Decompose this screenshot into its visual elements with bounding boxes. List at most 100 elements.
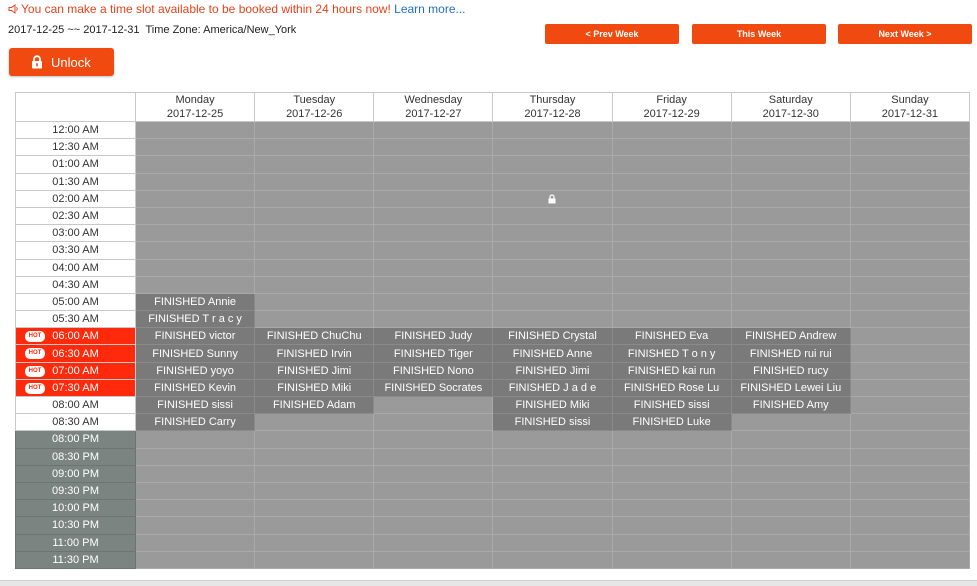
time-slot[interactable]	[849, 120, 971, 140]
time-slot[interactable]	[492, 430, 613, 449]
time-slot[interactable]	[373, 533, 494, 552]
time-slot[interactable]	[492, 155, 613, 174]
time-slot[interactable]	[849, 413, 971, 432]
prev-week-button[interactable]: < Prev Week	[545, 24, 679, 44]
booking-slot[interactable]: FINISHED yoyo	[134, 361, 256, 380]
time-slot[interactable]	[134, 516, 256, 535]
time-slot[interactable]	[254, 224, 375, 243]
time-slot[interactable]	[254, 155, 375, 174]
time-slot[interactable]	[254, 447, 375, 466]
time-slot[interactable]	[611, 481, 732, 501]
time-slot[interactable]	[254, 275, 375, 294]
time-slot[interactable]	[134, 206, 256, 226]
time-slot[interactable]	[849, 464, 971, 483]
booking-slot[interactable]: FINISHED Miki	[254, 378, 375, 398]
booking-slot[interactable]: FINISHED Rose Lu	[611, 378, 732, 398]
time-slot[interactable]	[134, 138, 256, 157]
time-slot[interactable]	[254, 533, 375, 552]
time-slot[interactable]	[134, 224, 256, 243]
time-slot[interactable]	[611, 292, 732, 312]
time-slot[interactable]	[611, 172, 732, 191]
time-slot[interactable]	[373, 241, 494, 260]
time-slot[interactable]	[849, 550, 971, 569]
booking-slot[interactable]: FINISHED Anne	[492, 344, 613, 363]
time-slot[interactable]	[849, 292, 971, 312]
time-slot[interactable]	[134, 550, 256, 569]
time-slot[interactable]	[611, 275, 732, 294]
time-slot[interactable]	[730, 464, 851, 483]
time-slot[interactable]	[611, 155, 732, 174]
time-slot[interactable]	[134, 258, 256, 277]
time-slot[interactable]	[730, 258, 851, 277]
booking-slot[interactable]: FINISHED Jimi	[492, 361, 613, 380]
time-slot[interactable]	[730, 413, 851, 432]
time-slot[interactable]	[134, 241, 256, 260]
time-slot[interactable]	[254, 430, 375, 449]
time-slot[interactable]	[611, 206, 732, 226]
time-slot[interactable]	[373, 413, 494, 432]
time-slot[interactable]	[254, 310, 375, 329]
time-slot[interactable]	[492, 206, 613, 226]
time-slot[interactable]	[373, 206, 494, 226]
time-slot[interactable]	[730, 481, 851, 501]
time-slot[interactable]	[492, 499, 613, 518]
time-slot[interactable]	[849, 481, 971, 501]
booking-slot[interactable]: FINISHED sissi	[134, 395, 256, 415]
time-slot[interactable]	[849, 189, 971, 208]
time-slot[interactable]	[730, 138, 851, 157]
time-slot[interactable]	[373, 172, 494, 191]
time-slot[interactable]	[849, 258, 971, 277]
time-slot[interactable]	[134, 120, 256, 140]
booking-slot[interactable]: FINISHED Jimi	[254, 361, 375, 380]
time-slot[interactable]	[611, 189, 732, 208]
time-slot[interactable]	[849, 430, 971, 449]
time-slot[interactable]	[373, 189, 494, 208]
time-slot[interactable]	[373, 224, 494, 243]
time-slot[interactable]	[849, 310, 971, 329]
booking-slot[interactable]: FINISHED Andrew	[730, 327, 851, 346]
time-slot[interactable]	[134, 447, 256, 466]
booking-slot[interactable]: FINISHED Amy	[730, 395, 851, 415]
time-slot[interactable]	[730, 533, 851, 552]
unlock-button[interactable]: Unlock	[9, 48, 114, 76]
time-slot[interactable]	[492, 224, 613, 243]
booking-slot[interactable]: FINISHED T r a c y	[134, 310, 256, 329]
time-slot[interactable]	[492, 516, 613, 535]
time-slot[interactable]	[373, 275, 494, 294]
time-slot[interactable]	[492, 447, 613, 466]
time-slot[interactable]	[373, 155, 494, 174]
time-slot[interactable]	[373, 138, 494, 157]
time-slot[interactable]	[849, 172, 971, 191]
time-slot[interactable]	[730, 430, 851, 449]
time-slot[interactable]	[611, 464, 732, 483]
time-slot[interactable]	[492, 292, 613, 312]
time-slot[interactable]	[849, 138, 971, 157]
time-slot[interactable]	[373, 310, 494, 329]
time-slot[interactable]	[730, 447, 851, 466]
time-slot[interactable]	[730, 499, 851, 518]
booking-slot[interactable]: FINISHED rui rui	[730, 344, 851, 363]
booking-slot[interactable]: FINISHED Adam	[254, 395, 375, 415]
time-slot[interactable]	[254, 550, 375, 569]
booking-slot[interactable]: FINISHED victor	[134, 327, 256, 346]
time-slot[interactable]	[849, 241, 971, 260]
time-slot[interactable]	[373, 258, 494, 277]
time-slot[interactable]	[492, 310, 613, 329]
booking-slot[interactable]: FINISHED Eva	[611, 327, 732, 346]
time-slot[interactable]	[849, 447, 971, 466]
time-slot[interactable]	[849, 275, 971, 294]
this-week-button[interactable]: This Week	[692, 24, 826, 44]
time-slot[interactable]	[254, 292, 375, 312]
time-slot[interactable]	[730, 292, 851, 312]
time-slot[interactable]	[254, 481, 375, 501]
time-slot[interactable]	[254, 499, 375, 518]
time-slot[interactable]	[373, 516, 494, 535]
time-slot[interactable]	[134, 481, 256, 501]
time-slot[interactable]	[730, 275, 851, 294]
booking-slot[interactable]: FINISHED Carry	[134, 413, 256, 432]
time-slot[interactable]	[254, 241, 375, 260]
time-slot[interactable]	[373, 464, 494, 483]
time-slot[interactable]	[492, 138, 613, 157]
booking-slot[interactable]: FINISHED Irvin	[254, 344, 375, 363]
next-week-button[interactable]: Next Week >	[838, 24, 972, 44]
